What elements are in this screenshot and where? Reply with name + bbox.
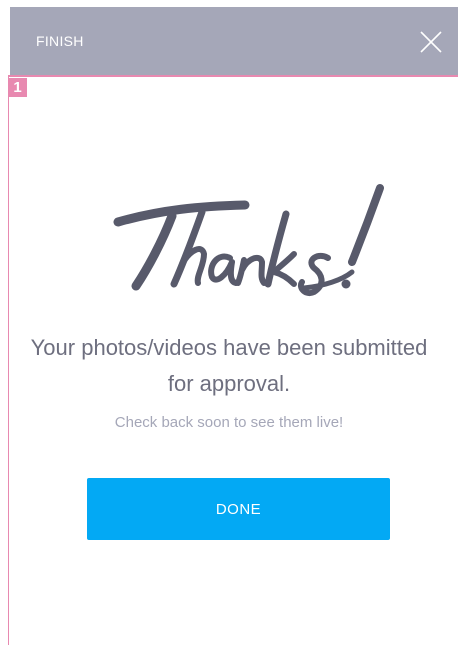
header-bar: FINISH [10,7,458,75]
header-title: FINISH [36,33,84,49]
step-number-badge: 1 [8,78,27,97]
check-back-message: Check back soon to see them live! [114,414,344,431]
done-button[interactable]: DONE [87,478,390,540]
step-indicator-border [8,75,9,645]
close-icon [420,31,442,53]
submission-message: Your photos/videos have been submitted f… [30,335,428,396]
step-indicator-line [8,75,458,77]
submission-complete-page: FINISH 1 Your photos/videos have been su… [0,0,458,645]
thanks-lettering [113,184,384,296]
close-button[interactable] [420,31,442,53]
